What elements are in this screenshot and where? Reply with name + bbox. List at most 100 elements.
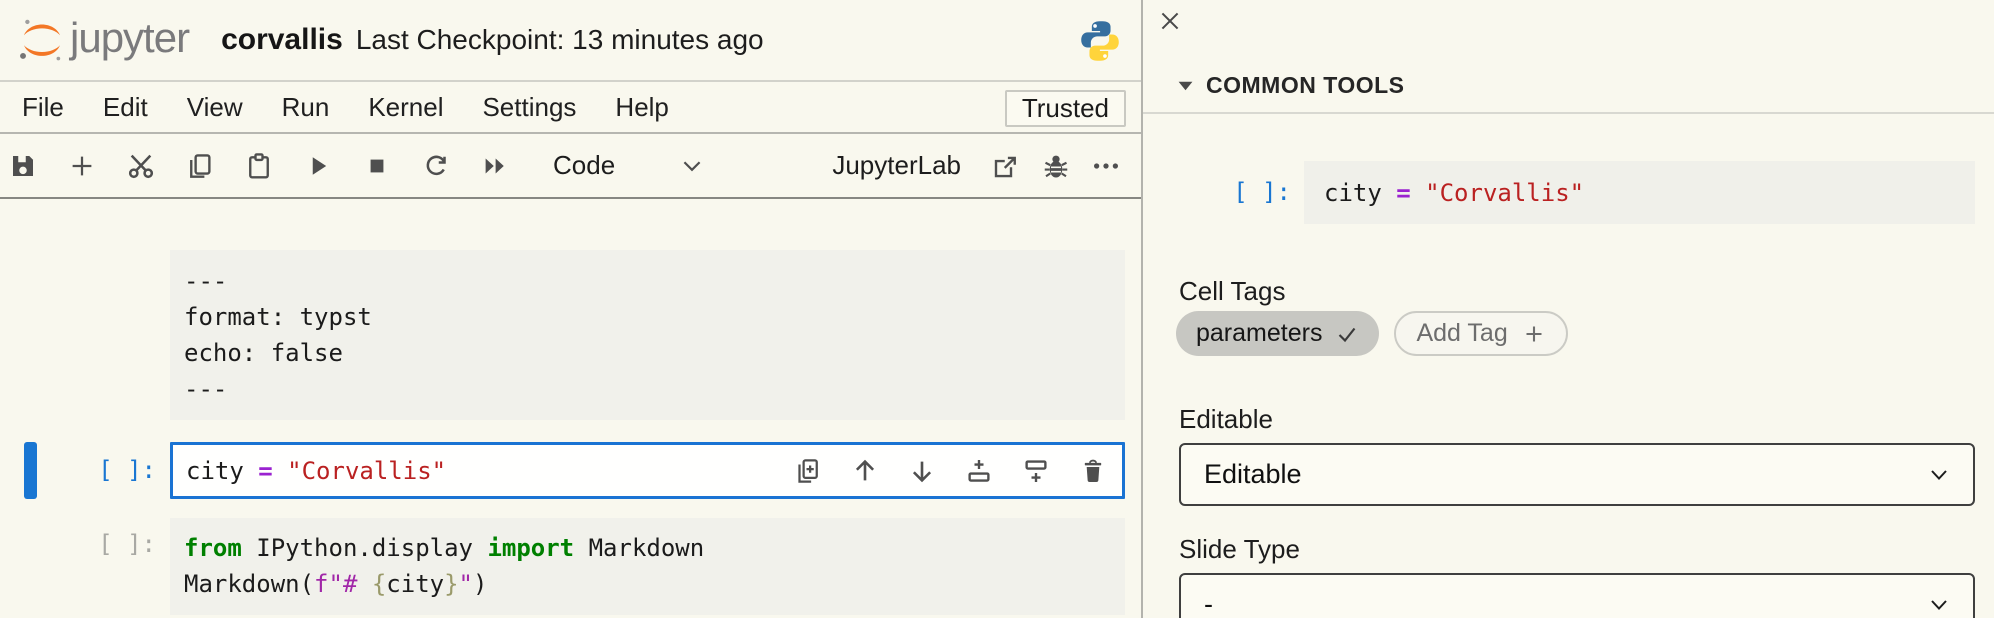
trusted-button[interactable]: Trusted	[1005, 90, 1126, 127]
preview-execution-prompt: [ ]:	[1143, 161, 1291, 224]
run-all-icon	[480, 151, 510, 181]
insert-cell-above-button[interactable]	[963, 455, 994, 486]
add-tag-button[interactable]: Add Tag	[1394, 311, 1567, 356]
raw-cell-line: echo: false	[184, 335, 1125, 371]
insert-cell-below-button[interactable]	[1020, 455, 1051, 486]
chevron-down-icon	[1927, 467, 1951, 483]
menu-kernel[interactable]: Kernel	[368, 92, 443, 123]
duplicate-cell-button[interactable]	[792, 455, 823, 486]
insert-below-icon	[1021, 456, 1051, 486]
restart-icon	[421, 151, 451, 181]
menu-help[interactable]: Help	[615, 92, 668, 123]
toolbar-right-group: JupyterLab	[832, 149, 1123, 183]
duplicate-cell-icon	[793, 456, 823, 486]
section-divider	[1143, 112, 1994, 114]
add-cell-icon	[67, 151, 97, 181]
move-down-icon	[907, 456, 937, 486]
execution-prompt: [ ]:	[0, 442, 156, 499]
move-cell-up-button[interactable]	[849, 455, 880, 486]
jupyter-logo-icon	[18, 16, 66, 64]
run-all-button[interactable]	[478, 149, 512, 183]
common-tools-section-header[interactable]: COMMON TOOLS	[1177, 72, 1405, 99]
editable-label: Editable	[1179, 404, 1273, 435]
cell-tags-label: Cell Tags	[1179, 276, 1285, 307]
raw-cell-row: --- format: typst echo: false ---	[0, 250, 1141, 420]
plus-icon	[1522, 322, 1546, 346]
editable-select-value: Editable	[1204, 459, 1302, 490]
open-in-jupyterlab-button[interactable]	[989, 149, 1023, 183]
code-line: from IPython.display import Markdown	[184, 530, 1125, 566]
section-title: COMMON TOOLS	[1206, 72, 1405, 99]
move-up-icon	[850, 456, 880, 486]
insert-above-icon	[964, 456, 994, 486]
close-icon	[1157, 8, 1183, 34]
save-button[interactable]	[6, 149, 40, 183]
ellipsis-icon	[1091, 151, 1121, 181]
chevron-down-icon	[1927, 597, 1951, 613]
cell-toolbar	[766, 445, 1108, 496]
code-cell-row: [ ]: from IPython.display import Markdow…	[0, 518, 1141, 615]
property-inspector-panel: COMMON TOOLS [ ]: city = "Corvallis" Cel…	[1141, 0, 1994, 618]
editable-select[interactable]: Editable	[1179, 443, 1975, 506]
cell-tags-row: parameters Add Tag	[1176, 311, 1568, 356]
notebook-toolbar: Code JupyterLab	[0, 134, 1141, 199]
jupyter-logo[interactable]: jupyter	[18, 16, 189, 64]
copy-icon	[185, 151, 215, 181]
menu-file[interactable]: File	[22, 92, 64, 123]
code-line: Markdown(f"# {city}")	[184, 566, 1125, 602]
restart-kernel-button[interactable]	[419, 149, 453, 183]
notebook-cells: --- format: typst echo: false --- [ ]: c…	[0, 199, 1141, 615]
code-cell-editor[interactable]: from IPython.display import Markdown Mar…	[170, 518, 1125, 615]
slide-type-select-value: -	[1204, 589, 1213, 618]
move-cell-down-button[interactable]	[906, 455, 937, 486]
debugger-bug-icon	[1041, 151, 1071, 181]
run-button[interactable]	[301, 149, 335, 183]
jupyterlab-link[interactable]: JupyterLab	[832, 150, 961, 181]
stop-icon	[363, 152, 391, 180]
slide-type-select[interactable]: -	[1179, 573, 1975, 618]
cell-type-dropdown[interactable]: Code	[553, 150, 705, 181]
slide-type-label: Slide Type	[1179, 534, 1300, 565]
tag-name: parameters	[1196, 319, 1322, 348]
menu-view[interactable]: View	[187, 92, 243, 123]
debugger-button[interactable]	[1039, 149, 1073, 183]
menu-settings[interactable]: Settings	[482, 92, 576, 123]
menu-bar: File Edit View Run Kernel Settings Help …	[0, 82, 1141, 134]
preview-code-box[interactable]: city = "Corvallis"	[1304, 161, 1975, 224]
chevron-down-icon	[679, 157, 705, 175]
notebook-title[interactable]: corvallis	[221, 23, 343, 57]
tag-parameters[interactable]: parameters	[1176, 311, 1379, 356]
active-cell-preview: [ ]: city = "Corvallis"	[1143, 161, 1994, 224]
jupyter-logo-text: jupyter	[70, 14, 189, 62]
delete-cell-button[interactable]	[1077, 455, 1108, 486]
python-kernel-icon	[1078, 17, 1122, 65]
copy-button[interactable]	[183, 149, 217, 183]
code-line: city = "Corvallis"	[186, 453, 446, 489]
notebook-title-group: corvallis Last Checkpoint: 13 minutes ag…	[221, 23, 764, 57]
menu-edit[interactable]: Edit	[103, 92, 148, 123]
delete-cell-icon	[1079, 457, 1107, 485]
external-link-icon	[991, 151, 1021, 181]
more-commands-button[interactable]	[1089, 149, 1123, 183]
close-panel-button[interactable]	[1155, 6, 1185, 36]
selected-code-cell-editor[interactable]: city = "Corvallis"	[170, 442, 1125, 499]
notebook-header: jupyter corvallis Last Checkpoint: 13 mi…	[0, 0, 1141, 82]
preview-code-line: city = "Corvallis"	[1324, 175, 1584, 211]
raw-cell-editor[interactable]: --- format: typst echo: false ---	[170, 250, 1125, 420]
cut-icon	[125, 150, 157, 182]
cut-button[interactable]	[124, 149, 158, 183]
run-icon	[304, 152, 332, 180]
check-icon	[1335, 322, 1359, 346]
caret-down-icon	[1177, 79, 1194, 92]
selected-code-cell-row: [ ]: city = "Corvallis"	[0, 442, 1141, 499]
raw-cell-line: ---	[184, 371, 1125, 407]
menu-run[interactable]: Run	[282, 92, 330, 123]
save-icon	[8, 151, 38, 181]
add-tag-label: Add Tag	[1416, 319, 1507, 348]
add-cell-button[interactable]	[65, 149, 99, 183]
notebook-area: jupyter corvallis Last Checkpoint: 13 mi…	[0, 0, 1141, 618]
paste-icon	[244, 151, 274, 181]
stop-button[interactable]	[360, 149, 394, 183]
paste-button[interactable]	[242, 149, 276, 183]
raw-cell-line: ---	[184, 263, 1125, 299]
